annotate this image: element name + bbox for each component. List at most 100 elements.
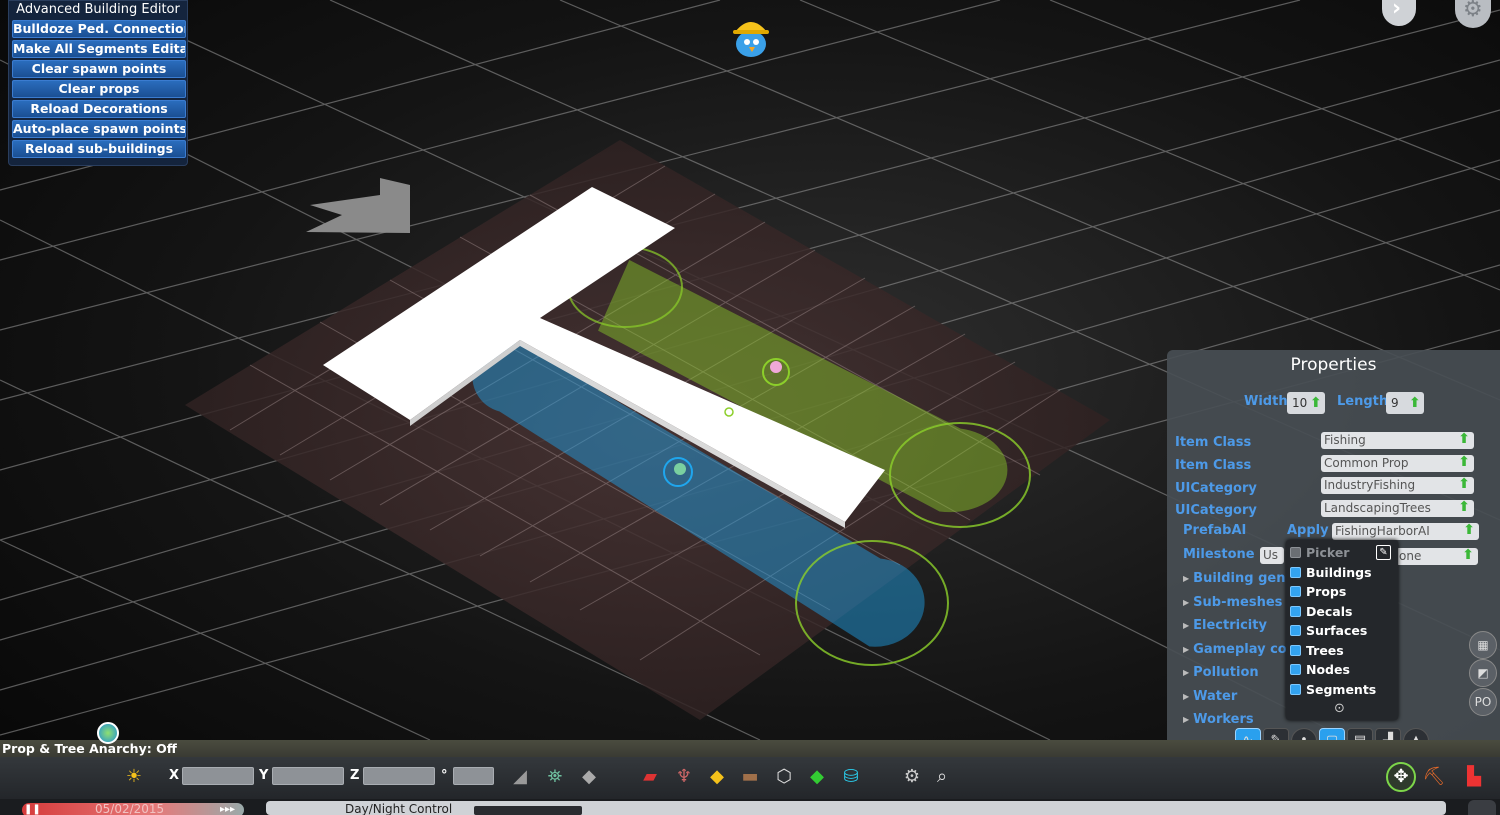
factory-icon[interactable]: ▙	[1462, 765, 1486, 789]
reload-sub-buildings-button[interactable]: Reload sub-buildings	[12, 140, 186, 158]
dropdown-value: LandscapingTrees	[1324, 501, 1431, 515]
dropdown-value: IndustryFishing	[1324, 478, 1416, 492]
width-field[interactable]: 10 ⬆	[1287, 392, 1325, 414]
auto-place-spawn-points-button[interactable]: Auto-place spawn points	[12, 120, 186, 138]
make-all-segments-editable-button[interactable]: Make All Segments Editabl	[12, 40, 186, 58]
item-class-label: Item Class	[1175, 435, 1252, 450]
picker-item-props[interactable]: Props	[1290, 584, 1346, 599]
picker-item-buildings[interactable]: Buildings	[1290, 565, 1372, 580]
direction-arrow-icon	[306, 178, 410, 233]
picker-item-picker[interactable]: Picker	[1290, 545, 1349, 560]
triangle-right-icon: ▶	[1183, 598, 1190, 607]
chirper-icon[interactable]	[727, 12, 775, 60]
item-class-label: Item Class	[1175, 458, 1252, 473]
speed-icon[interactable]: ▸▸▸	[220, 804, 235, 815]
section-gameplay-controls[interactable]: ▶ Gameplay cor	[1183, 642, 1293, 657]
settings-gear-icon[interactable]: ⚙	[900, 765, 924, 789]
picker-label: Decals	[1306, 604, 1353, 619]
milestone-right-dropdown[interactable]: one ⬆	[1396, 548, 1478, 565]
weather-icon[interactable]: ☀	[122, 765, 146, 789]
move-tool-icon[interactable]: ✥	[1386, 762, 1416, 792]
z-coordinate-input[interactable]	[363, 767, 435, 785]
surface-icon[interactable]: ◩	[1469, 659, 1497, 687]
picker-item-segments[interactable]: Segments	[1290, 682, 1376, 697]
checkbox-icon	[1290, 625, 1301, 636]
prop-icon	[674, 463, 686, 475]
x-coordinate-input[interactable]	[182, 767, 254, 785]
rotation-input[interactable]	[453, 767, 494, 785]
arrow-up-icon: ⬆	[1462, 548, 1474, 563]
length-label: Length	[1337, 394, 1389, 409]
triangle-right-icon: ▶	[1183, 621, 1190, 630]
anarchy-toggle-icon[interactable]	[97, 722, 119, 744]
picker-label: Picker	[1306, 545, 1350, 560]
picker-item-decals[interactable]: Decals	[1290, 604, 1352, 619]
section-workers[interactable]: ▶ Workers	[1183, 712, 1254, 727]
tree-prop-icon[interactable]: ♆	[672, 765, 696, 789]
day-night-label: Day/Night Control	[345, 802, 453, 815]
crane-icon[interactable]: ⛯	[543, 765, 567, 789]
arrow-up-icon: ⬆	[1458, 455, 1470, 470]
section-pollution[interactable]: ▶ Pollution	[1183, 665, 1259, 680]
ui-category-dropdown[interactable]: IndustryFishing ⬆	[1321, 477, 1474, 494]
pause-icon[interactable]: ❚❚	[24, 804, 41, 815]
monitor-icon[interactable]	[1468, 800, 1496, 815]
road-icon[interactable]: ◢	[508, 765, 532, 789]
section-label: Gameplay cor	[1193, 642, 1294, 657]
length-field[interactable]: 9 ⬆	[1386, 392, 1424, 414]
ui-category-dropdown[interactable]: LandscapingTrees ⬆	[1321, 500, 1474, 517]
grass-icon[interactable]: ◆	[805, 765, 829, 789]
pencil-icon[interactable]: ✎	[1376, 545, 1391, 560]
section-label: Workers	[1193, 712, 1254, 727]
prefab-ai-dropdown[interactable]: FishingHarborAI ⬆	[1332, 523, 1479, 540]
y-coordinate-input[interactable]	[272, 767, 344, 785]
checkbox-icon	[1290, 664, 1301, 675]
anarchy-status-bar: Prop & Tree Anarchy: Off	[0, 740, 1500, 757]
clear-props-button[interactable]: Clear props	[12, 80, 186, 98]
section-building-general[interactable]: ▶ Building gener	[1183, 571, 1301, 586]
search-icon[interactable]: ⌕	[930, 765, 954, 789]
clear-spawn-points-button[interactable]: Clear spawn points	[12, 60, 186, 78]
chevron-right-icon: ›	[1392, 0, 1402, 21]
cube-icon[interactable]: ⬡	[772, 765, 796, 789]
advanced-building-editor-panel: Advanced Building Editor Bulldoze Ped. C…	[8, 0, 188, 166]
checkbox-icon	[1290, 684, 1301, 695]
milestone-label: Milestone	[1183, 547, 1255, 562]
water-tank-icon[interactable]: ⛁	[839, 765, 863, 789]
milestone-left-dropdown[interactable]: Us	[1260, 547, 1284, 564]
z-label: Z	[350, 768, 360, 783]
section-electricity[interactable]: ▶ Electricity	[1183, 618, 1267, 633]
section-water[interactable]: ▶ Water	[1183, 689, 1237, 704]
billboard-icon[interactable]: ▰	[638, 765, 662, 789]
picker-label: Props	[1306, 584, 1347, 599]
grid-icon[interactable]: ▦	[1469, 631, 1497, 659]
bench-icon[interactable]: ▬	[738, 765, 762, 789]
length-value: 9	[1391, 396, 1399, 410]
reload-decorations-button[interactable]: Reload Decorations	[12, 100, 186, 118]
picker-item-trees[interactable]: Trees	[1290, 643, 1344, 658]
arrow-up-icon: ⬆	[1458, 432, 1470, 447]
po-label: PO	[1474, 695, 1492, 709]
po-icon[interactable]: PO	[1469, 688, 1497, 716]
picker-item-surfaces[interactable]: Surfaces	[1290, 623, 1367, 638]
arrow-up-icon: ⬆	[1310, 395, 1322, 411]
item-class-dropdown[interactable]: Common Prop ⬆	[1321, 455, 1474, 472]
item-class-dropdown[interactable]: Fishing ⬆	[1321, 432, 1474, 449]
ui-category-label: UICategory	[1175, 481, 1257, 496]
picker-label: Surfaces	[1306, 623, 1368, 638]
checkbox-icon	[1290, 606, 1301, 617]
surface-tool-icon[interactable]: ◆	[577, 765, 601, 789]
sign-icon[interactable]: ◆	[705, 765, 729, 789]
bulldoze-icon[interactable]: ⛏	[1422, 765, 1446, 789]
gear-icon: ⚙	[1463, 0, 1483, 22]
picker-label: Segments	[1306, 682, 1377, 697]
anarchy-status-text: Prop & Tree Anarchy: Off	[2, 741, 177, 756]
day-night-slider[interactable]	[474, 806, 582, 815]
bulldoze-ped-connections-button[interactable]: Bulldoze Ped. Connections	[12, 20, 186, 38]
more-options-icon[interactable]: ⊙	[1334, 701, 1345, 716]
section-sub-meshes[interactable]: ▶ Sub-meshes	[1183, 595, 1282, 610]
arrow-up-icon: ⬆	[1463, 523, 1475, 538]
picker-item-nodes[interactable]: Nodes	[1290, 662, 1350, 677]
apply-button[interactable]: Apply	[1287, 523, 1329, 538]
picker-label: Trees	[1306, 643, 1344, 658]
